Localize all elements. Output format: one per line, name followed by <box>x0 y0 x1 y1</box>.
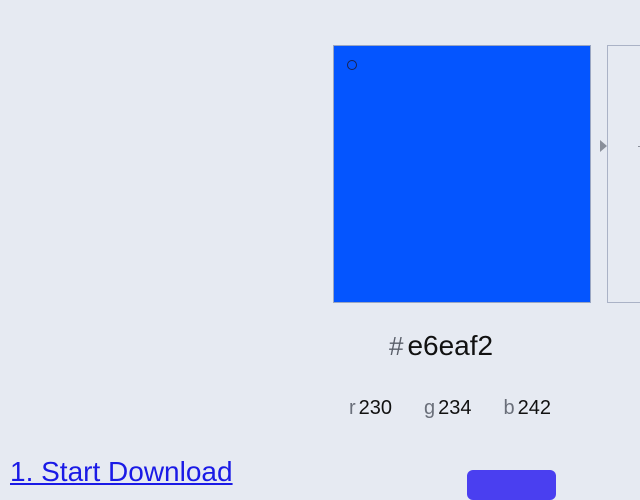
hex-hash-label: # <box>389 331 404 361</box>
blue-field: b 242 <box>504 397 552 420</box>
action-button[interactable] <box>467 470 556 500</box>
hex-input-row: # e6eaf2 <box>389 330 493 364</box>
red-input[interactable]: 230 <box>359 397 392 420</box>
green-label: g <box>424 397 436 419</box>
green-field: g 234 <box>424 397 472 420</box>
red-field: r 230 <box>349 397 392 420</box>
start-download-link[interactable]: 1. Start Download <box>10 456 233 488</box>
red-label: r <box>349 397 356 419</box>
hue-slider[interactable] <box>607 45 640 303</box>
saturation-value-panel[interactable] <box>333 45 591 303</box>
hue-slider-arrow-icon[interactable] <box>600 140 607 152</box>
color-cursor-icon[interactable] <box>347 60 357 70</box>
blue-input[interactable]: 242 <box>518 397 551 420</box>
rgb-inputs: r 230 g 234 b 242 <box>349 397 583 420</box>
green-input[interactable]: 234 <box>438 397 471 420</box>
blue-label: b <box>503 397 515 419</box>
hex-input[interactable]: e6eaf2 <box>407 330 493 362</box>
